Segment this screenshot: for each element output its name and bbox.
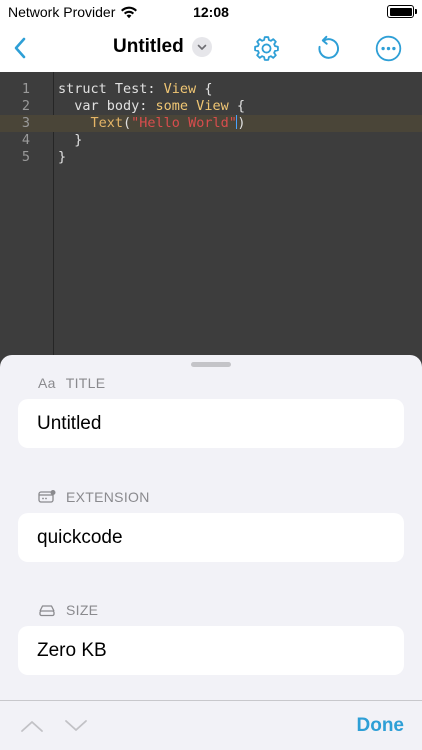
- size-field: Zero KB: [18, 626, 404, 675]
- chevron-down-icon: [65, 720, 87, 731]
- undo-button[interactable]: [313, 33, 343, 63]
- code-line: 1 struct Test: View {: [0, 81, 422, 98]
- code-editor[interactable]: 1 struct Test: View { 2 var body: some V…: [0, 72, 422, 372]
- text-format-icon: Aa: [38, 375, 56, 391]
- drive-icon: [39, 605, 55, 617]
- title-section-header: Aa TITLE: [38, 375, 105, 391]
- bottom-toolbar: Done: [0, 700, 422, 750]
- page-title: Untitled: [113, 36, 184, 57]
- extension-field[interactable]: quickcode: [18, 513, 404, 562]
- navigation-bar: Untitled: [0, 24, 422, 72]
- next-button[interactable]: [63, 715, 89, 737]
- chevron-down-icon: [191, 37, 212, 57]
- size-label: SIZE: [66, 602, 99, 618]
- extension-section-header: EXTENSION: [38, 489, 150, 505]
- title-field[interactable]: Untitled: [18, 399, 404, 448]
- extension-value: quickcode: [37, 526, 123, 548]
- title-label: TITLE: [65, 375, 106, 391]
- sheet-grabber[interactable]: [191, 362, 231, 367]
- previous-button[interactable]: [19, 715, 45, 737]
- gear-icon: [253, 35, 279, 61]
- line-number: 1: [21, 81, 30, 97]
- file-info-sheet: Aa TITLE Untitled EXTENSION quickcode SI…: [0, 355, 422, 750]
- done-button[interactable]: Done: [357, 715, 405, 737]
- chevron-left-icon: [14, 37, 26, 59]
- ellipsis-icon: [375, 35, 401, 61]
- more-button[interactable]: [373, 33, 403, 63]
- status-bar: Network Provider 12:08: [0, 0, 422, 24]
- code-line: 4 }: [0, 132, 422, 149]
- line-number: 4: [21, 132, 30, 148]
- undo-icon: [318, 35, 339, 59]
- size-value: Zero KB: [37, 639, 107, 661]
- line-number: 3: [21, 115, 30, 131]
- status-time: 12:08: [193, 4, 229, 20]
- title-value: Untitled: [37, 412, 102, 434]
- title-menu-button[interactable]: Untitled: [113, 36, 212, 58]
- code-line-active: 3 Text("Hello World"): [0, 115, 422, 132]
- line-number: 5: [21, 149, 30, 165]
- chevron-up-icon: [21, 721, 43, 732]
- code-line: 5 }: [0, 149, 422, 166]
- code-line: 2 var body: some View {: [0, 98, 422, 115]
- line-number: 2: [21, 98, 30, 114]
- size-section-header: SIZE: [38, 602, 98, 618]
- extension-label: EXTENSION: [66, 489, 150, 505]
- settings-button[interactable]: [251, 33, 281, 63]
- file-extension-icon: [38, 490, 56, 503]
- back-button[interactable]: [6, 34, 34, 62]
- battery-icon: [387, 5, 417, 18]
